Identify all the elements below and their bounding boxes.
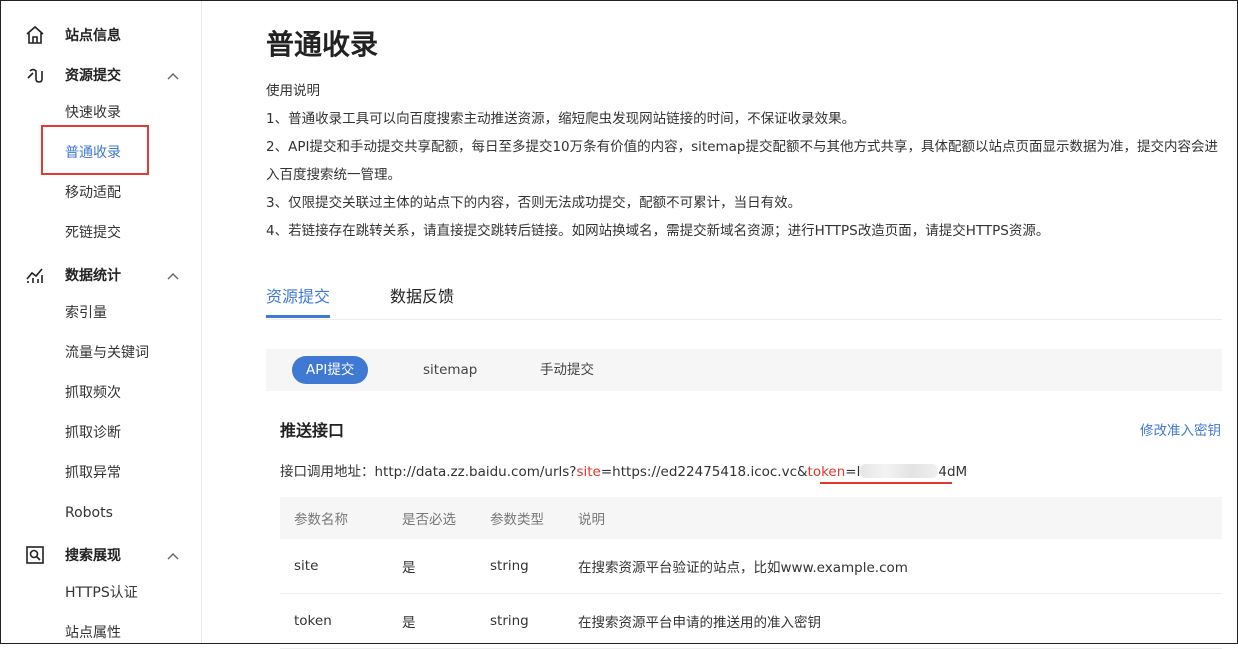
- sidebar-section-label: 站点信息: [65, 28, 121, 44]
- table-cell: site: [280, 539, 402, 594]
- table-cell: 是: [402, 593, 490, 649]
- modify-access-key-link[interactable]: 修改准入密钥: [1140, 419, 1221, 439]
- api-url-label: 接口调用地址：: [280, 464, 375, 480]
- table-header: 参数类型: [490, 497, 578, 539]
- sidebar-item-https-auth[interactable]: HTTPS认证: [65, 583, 138, 603]
- instruction-line: 2、API提交和手动提交共享配额，每日至多提交10万条有价值的内容，sitema…: [266, 139, 1218, 183]
- table-header-row: 参数名称 是否必选 参数类型 说明: [280, 497, 1222, 539]
- api-url-base: http://data.zz.baidu.com/urls?: [374, 464, 577, 480]
- sidebar-section-search-display[interactable]: 搜索展现: [1, 543, 201, 567]
- sidebar-item-crawl-diagnosis[interactable]: 抓取诊断: [65, 423, 121, 443]
- api-param-token: token: [807, 464, 846, 480]
- table-header: 说明: [578, 497, 1222, 539]
- table-cell: string: [490, 593, 578, 649]
- table-row: token 是 string 在搜索资源平台申请的推送用的准入密钥: [280, 593, 1222, 649]
- subtab-sitemap[interactable]: sitemap: [423, 356, 477, 384]
- section-title-push-api: 推送接口: [280, 421, 345, 440]
- sidebar-section-label: 搜索展现: [65, 548, 121, 564]
- table-header: 参数名称: [280, 497, 402, 539]
- instructions-heading: 使用说明: [266, 83, 320, 99]
- active-tab-indicator: [266, 315, 330, 318]
- sidebar-section-label: 资源提交: [65, 68, 121, 84]
- chevron-up-icon[interactable]: [166, 548, 180, 562]
- token-redacted-mask: [860, 464, 939, 478]
- home-icon: [25, 25, 45, 45]
- statistics-icon: [25, 265, 45, 285]
- sidebar-section-statistics[interactable]: 数据统计: [1, 263, 201, 287]
- submit-method-tabs: API提交 sitemap 手动提交: [266, 349, 1222, 391]
- token-suffix: 4dM: [938, 464, 968, 480]
- sidebar-item-dead-link[interactable]: 死链提交: [65, 223, 121, 243]
- sidebar-section-label: 数据统计: [65, 268, 121, 284]
- subtab-manual[interactable]: 手动提交: [540, 356, 594, 384]
- sidebar-item-crawl-frequency[interactable]: 抓取频次: [65, 383, 121, 403]
- chevron-up-icon[interactable]: [166, 268, 180, 282]
- instruction-line: 1、普通收录工具可以向百度搜索主动推送资源，缩短爬虫发现网站链接的时间，不保证收…: [266, 111, 856, 127]
- resource-submit-icon: [25, 65, 45, 85]
- instruction-line: 4、若链接存在跳转关系，请直接提交跳转后链接。如网站换域名，需提交新域名资源；进…: [266, 223, 1050, 239]
- main-tabs: 资源提交 数据反馈: [266, 279, 1222, 320]
- main-content: 普通收录 使用说明 1、普通收录工具可以向百度搜索主动推送资源，缩短爬虫发现网站…: [202, 1, 1237, 649]
- table-cell: 是: [402, 539, 490, 594]
- table-cell: 在搜索资源平台申请的推送用的准入密钥: [578, 593, 1222, 649]
- chevron-up-icon[interactable]: [166, 68, 180, 82]
- table-cell: 在搜索资源平台验证的站点，比如www.example.com: [578, 539, 1222, 594]
- tab-data-feedback[interactable]: 数据反馈: [390, 283, 454, 307]
- api-url[interactable]: 接口调用地址：http://data.zz.baidu.com/urls?sit…: [280, 460, 967, 480]
- sidebar-item-index-volume[interactable]: 索引量: [65, 303, 107, 323]
- sidebar-section-site-info[interactable]: 站点信息: [1, 23, 201, 47]
- sidebar-section-resource-submit[interactable]: 资源提交: [1, 63, 201, 87]
- page-title: 普通收录: [266, 28, 379, 61]
- sidebar-item-traffic-keywords[interactable]: 流量与关键词: [65, 343, 149, 363]
- table-cell: string: [490, 539, 578, 594]
- table-row: site 是 string 在搜索资源平台验证的站点，比如www.example…: [280, 539, 1222, 594]
- api-param-site: site: [576, 464, 601, 480]
- usage-instructions: 使用说明 1、普通收录工具可以向百度搜索主动推送资源，缩短爬虫发现网站链接的时间…: [266, 77, 1226, 245]
- table-header: 是否必选: [402, 497, 490, 539]
- sidebar-item-site-attributes[interactable]: 站点属性: [65, 623, 121, 643]
- search-display-icon: [25, 545, 45, 565]
- sidebar: 站点信息 资源提交 快速收录 普通收录 移动适配 死链提交 数据统计 索引量 流: [1, 1, 202, 643]
- table-cell: token: [280, 593, 402, 649]
- sidebar-item-mobile-adapt[interactable]: 移动适配: [65, 183, 121, 203]
- api-url-site-value: =https://ed22475418.icoc.vc&: [600, 464, 808, 480]
- app-window: 站点信息 资源提交 快速收录 普通收录 移动适配 死链提交 数据统计 索引量 流: [1, 1, 1237, 649]
- api-url-eq: =: [845, 464, 857, 480]
- token-underline-annotation: [820, 482, 952, 484]
- sidebar-item-robots[interactable]: Robots: [65, 503, 113, 523]
- instruction-line: 3、仅限提交关联过主体的站点下的内容，否则无法成功提交，配额不可累计，当日有效。: [266, 195, 802, 211]
- subtab-api[interactable]: API提交: [292, 356, 369, 384]
- sidebar-item-quick-index[interactable]: 快速收录: [65, 103, 121, 123]
- tab-resource-submit[interactable]: 资源提交: [266, 283, 330, 307]
- params-table: 参数名称 是否必选 参数类型 说明 site 是 string 在搜索资源平台验…: [280, 497, 1222, 649]
- sidebar-item-crawl-errors[interactable]: 抓取异常: [65, 463, 121, 483]
- highlight-annotation-box: [41, 125, 149, 175]
